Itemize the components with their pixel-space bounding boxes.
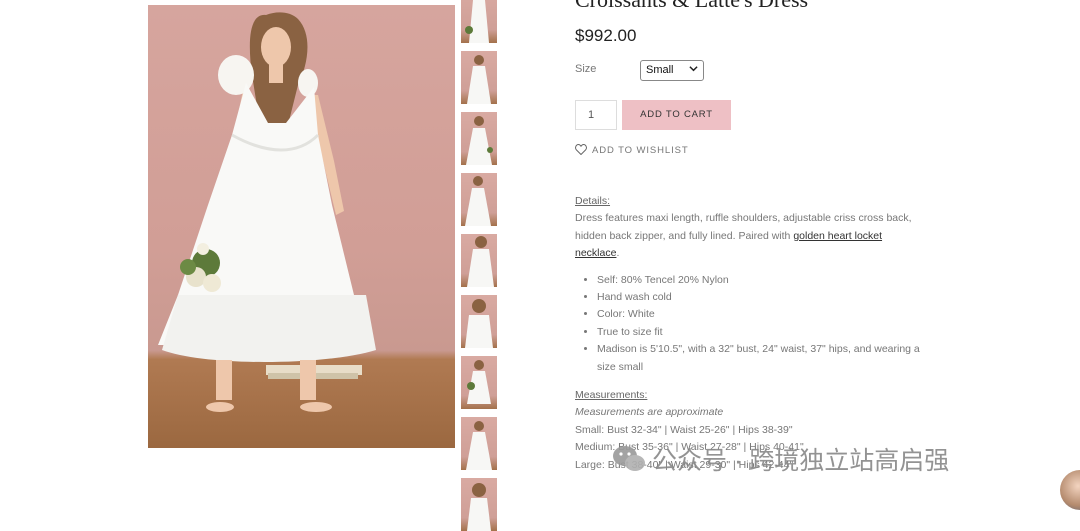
list-item: Self: 80% Tencel 20% Nylon (597, 272, 920, 289)
thumbnail-7[interactable] (461, 356, 497, 409)
product-price: $992.00 (575, 26, 637, 45)
watermark-text: 公众号 · 跨境独立站高启强 (652, 447, 950, 475)
main-product-image[interactable] (148, 5, 455, 448)
thumbnail-1[interactable] (461, 0, 497, 43)
details-text: Dress features maxi length, ruffle shoul… (575, 212, 912, 260)
measurement-line: Small: Bust 32-34" | Waist 25-26" | Hips… (575, 423, 793, 436)
heart-icon (575, 143, 587, 158)
list-item: True to size fit (597, 324, 920, 341)
size-select[interactable]: Small (640, 60, 704, 81)
details-heading: Details: (575, 195, 611, 207)
product-title: Croissants & Latte's Dress (575, 0, 808, 13)
list-item: Hand wash cold (597, 289, 920, 306)
thumbnail-8[interactable] (461, 417, 497, 470)
details-section: Details: Dress features maxi length, ruf… (575, 193, 920, 376)
avatar[interactable] (1060, 470, 1080, 510)
thumbnail-2[interactable] (461, 51, 497, 104)
measurements-note: Measurements are approximate (575, 406, 724, 419)
measurements-heading: Measurements: (575, 389, 648, 401)
add-to-wishlist-link[interactable]: ADD TO WISHLIST (575, 143, 689, 158)
list-item: Madison is 5'10.5", with a 32" bust, 24"… (597, 341, 920, 376)
watermark: 公众号 · 跨境独立站高启强 (612, 441, 949, 480)
size-selected-value: Small (646, 64, 674, 76)
thumbnail-9[interactable] (461, 478, 497, 531)
details-list: Self: 80% Tencel 20% Nylon Hand wash col… (575, 272, 920, 376)
add-to-cart-button[interactable]: ADD TO CART (622, 100, 731, 130)
thumbnail-4[interactable] (461, 173, 497, 226)
list-item: Color: White (597, 306, 920, 323)
thumbnail-3[interactable] (461, 112, 497, 165)
chevron-down-icon (689, 64, 698, 75)
quantity-input[interactable]: 1 (575, 100, 617, 130)
wishlist-label: ADD TO WISHLIST (592, 145, 689, 156)
thumbnail-5[interactable] (461, 234, 497, 287)
wechat-icon (612, 445, 646, 480)
thumbnail-6[interactable] (461, 295, 497, 348)
size-label: Size (575, 63, 597, 75)
